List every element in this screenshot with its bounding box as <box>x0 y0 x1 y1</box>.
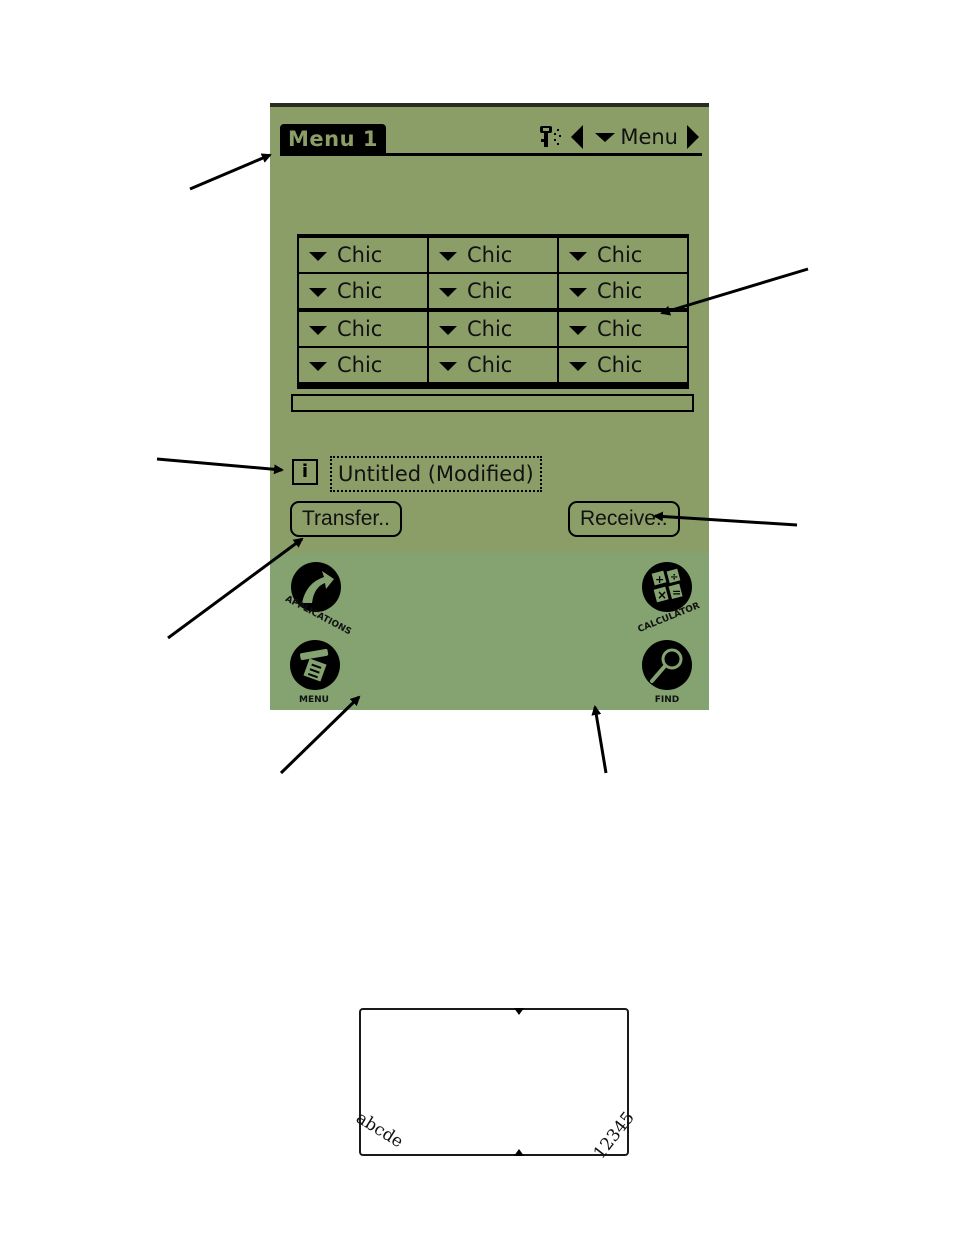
arrow-to-transfer <box>167 537 304 640</box>
arrow-to-info <box>156 457 284 475</box>
arrow-to-graffiti-alpha <box>279 695 361 775</box>
arrow-to-receive <box>653 511 798 527</box>
arrow-to-title <box>189 153 272 191</box>
arrow-to-table <box>660 267 809 316</box>
annotation-arrows <box>156 153 809 775</box>
arrow-to-graffiti-numeric <box>591 705 608 774</box>
